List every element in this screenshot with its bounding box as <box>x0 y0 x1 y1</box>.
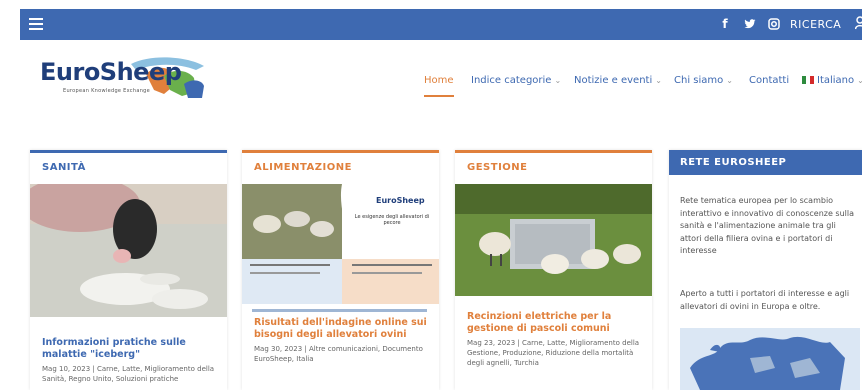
user-icon[interactable] <box>854 16 862 30</box>
card-image-survey-poster[interactable]: EuroSheep Le esigenze degli allevatori d… <box>242 184 439 317</box>
search-link[interactable]: RICERCA <box>790 18 841 31</box>
chevron-down-icon: ⌄ <box>726 76 733 85</box>
logo-subtitle: European Knowledge Exchange <box>63 88 151 94</box>
nav-language[interactable]: Italiano ⌄ <box>802 75 862 86</box>
sidebar-note: Aperto a tutti i portatori di interesse … <box>680 289 850 311</box>
chevron-down-icon: ⌄ <box>554 76 562 85</box>
card-accent-bar <box>242 150 439 153</box>
card-accent-bar <box>455 150 652 153</box>
chevron-down-icon: ⌄ <box>655 76 662 85</box>
nav-active-indicator <box>424 95 454 97</box>
sidebar-title: RETE EUROSHEEP <box>680 157 787 168</box>
facebook-icon[interactable]: f <box>717 16 733 32</box>
card-meta: Mag 23, 2023 | Carne, Latte, Miglioramen… <box>467 339 640 367</box>
card-category[interactable]: SANITÀ <box>42 162 86 173</box>
nav-contatti[interactable]: Contatti <box>749 75 789 86</box>
chevron-down-icon: ⌄ <box>857 76 862 85</box>
card-meta: Mag 30, 2023 | Altre comunicazioni, Docu… <box>254 345 423 363</box>
card-accent-bar <box>30 150 227 153</box>
card-image-sheep-trailer[interactable] <box>455 184 652 296</box>
top-bar: f RICERCA <box>20 9 862 40</box>
instagram-icon[interactable] <box>766 16 782 32</box>
article-card-gestione[interactable]: GESTIONE Recinzioni elettriche per la ge… <box>455 150 652 390</box>
card-title[interactable]: Recinzioni elettriche per la gestione di… <box>467 311 645 335</box>
twitter-icon[interactable] <box>742 16 758 32</box>
menu-icon[interactable] <box>29 18 43 30</box>
logo-title: EuroSheep <box>40 58 182 86</box>
sidebar-rete-eurosheep: RETE EUROSHEEP Rete tematica europea per… <box>669 150 862 390</box>
nav-notizie-eventi[interactable]: Notizie e eventi ⌄ <box>574 75 662 86</box>
italy-flag-icon <box>802 76 814 84</box>
card-category[interactable]: GESTIONE <box>467 162 527 173</box>
card-title[interactable]: Informazioni pratiche sulle malattie "ic… <box>42 337 220 361</box>
nav-indice-categorie[interactable]: Indice categorie ⌄ <box>471 75 561 86</box>
europe-map-image[interactable] <box>680 328 860 390</box>
nav-chi-siamo[interactable]: Chi siamo ⌄ <box>674 75 733 86</box>
article-card-alimentazione[interactable]: ALIMENTAZIONE EuroSheep Le esigenze degl… <box>242 150 439 390</box>
article-card-sanita[interactable]: SANITÀ Informazioni pratiche sulle malat… <box>30 150 227 390</box>
sidebar-header: RETE EUROSHEEP <box>669 150 862 175</box>
poster-text: Le esigenze degli allevatori di pecore <box>354 214 430 226</box>
nav-home[interactable]: Home <box>424 75 454 86</box>
site-logo[interactable]: EuroSheep European Knowledge Exchange <box>36 54 206 104</box>
sidebar-description: Rete tematica europea per lo scambio int… <box>680 196 855 255</box>
card-title[interactable]: Risultati dell'indagine online sui bisog… <box>254 317 432 341</box>
card-image-lamb[interactable] <box>30 184 227 317</box>
card-category[interactable]: ALIMENTAZIONE <box>254 162 352 173</box>
card-meta: Mag 10, 2023 | Carne, Latte, Miglioramen… <box>42 365 215 383</box>
poster-title: EuroSheep <box>376 196 425 205</box>
